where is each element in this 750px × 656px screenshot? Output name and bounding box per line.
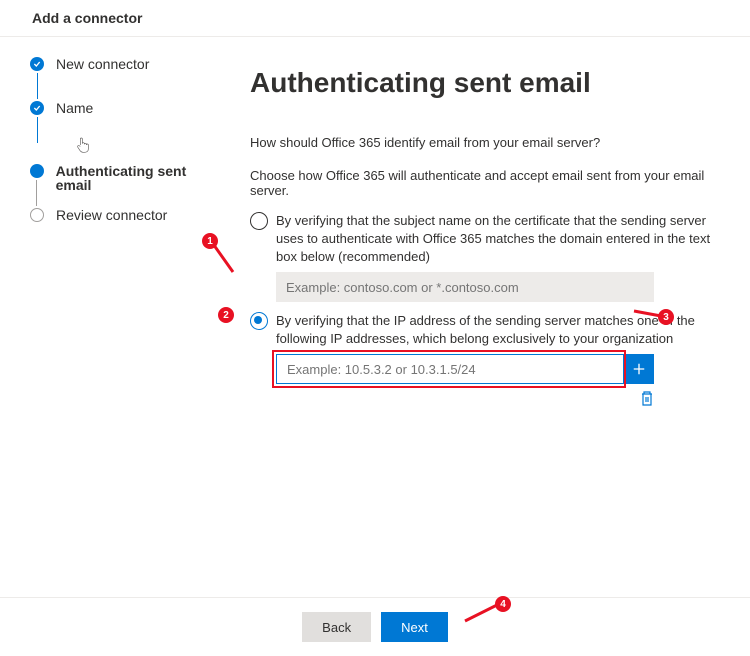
sidebar-item-new-connector[interactable]: New connector (28, 57, 222, 101)
sidebar-item-name[interactable]: Name (28, 101, 222, 145)
ip-input[interactable] (276, 354, 624, 384)
page-title: Authenticating sent email (250, 67, 714, 99)
trash-icon[interactable] (640, 390, 654, 406)
domain-input (276, 272, 654, 302)
sidebar-item-label: Name (56, 101, 93, 115)
annotation-badge-1: 1 (202, 233, 218, 249)
check-icon (30, 101, 44, 115)
footer: Back Next 4 (0, 597, 750, 656)
sidebar-item-auth-email[interactable]: Authenticating sent email (28, 164, 222, 208)
annotation-badge-2: 2 (218, 307, 234, 323)
pending-step-icon (30, 208, 44, 222)
hand-cursor-icon (76, 137, 90, 153)
intro-question: How should Office 365 identify email fro… (250, 135, 714, 150)
option-cert[interactable]: By verifying that the subject name on th… (250, 212, 714, 266)
sidebar-item-label: Review connector (56, 208, 167, 222)
option-cert-label: By verifying that the subject name on th… (276, 212, 714, 266)
annotation-badge-3: 3 (658, 309, 674, 325)
plus-icon (632, 362, 646, 376)
check-icon (30, 57, 44, 71)
wizard-sidebar: New connector Name Authenticating sent e… (0, 37, 230, 597)
radio-ip[interactable] (250, 312, 268, 330)
sidebar-item-label: New connector (56, 57, 149, 71)
radio-cert[interactable] (250, 212, 268, 230)
sidebar-item-label: Authenticating sent email (56, 164, 222, 192)
current-step-icon (30, 164, 44, 178)
annotation-badge-4: 4 (495, 596, 511, 612)
main-content: Authenticating sent email How should Off… (230, 37, 750, 597)
sidebar-item-review[interactable]: Review connector (28, 208, 222, 222)
add-ip-button[interactable] (624, 354, 654, 384)
next-button[interactable]: Next (381, 612, 448, 642)
intro-description: Choose how Office 365 will authenticate … (250, 168, 714, 198)
page-header: Add a connector (0, 0, 750, 37)
back-button[interactable]: Back (302, 612, 371, 642)
